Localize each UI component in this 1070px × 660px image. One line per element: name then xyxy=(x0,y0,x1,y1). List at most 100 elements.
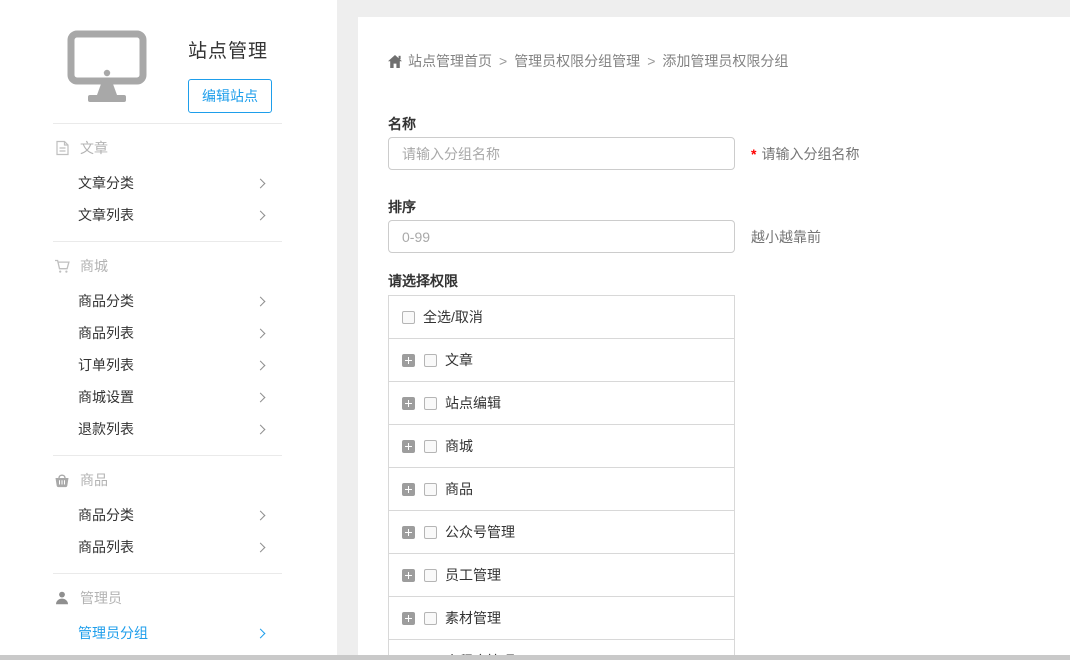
permission-label: 文章 xyxy=(445,350,473,370)
permission-checkbox[interactable] xyxy=(424,397,437,410)
permission-row: 文章 xyxy=(389,339,734,382)
chevron-right-icon xyxy=(256,542,266,552)
chevron-right-icon xyxy=(256,628,266,638)
breadcrumb: 站点管理首页 > 管理员权限分组管理 > 添加管理员权限分组 xyxy=(388,51,1070,71)
sidebar-item[interactable]: 管理员分组 xyxy=(53,617,282,649)
sidebar-section: 商品商品分类商品列表 xyxy=(53,455,282,563)
breadcrumb-link[interactable]: 管理员权限分组管理 xyxy=(514,53,640,69)
permission-row: 站点编辑 xyxy=(389,382,734,425)
sidebar-section-label: 文章 xyxy=(80,138,108,158)
sidebar-section: 管理员管理员分组 xyxy=(53,573,282,649)
chevron-right-icon xyxy=(256,510,266,520)
horizontal-scrollbar[interactable] xyxy=(0,655,1070,660)
sidebar-divider xyxy=(53,573,282,574)
expand-plus-icon[interactable] xyxy=(402,440,415,453)
chevron-right-icon xyxy=(256,328,266,338)
select-all-row: 全选/取消 xyxy=(389,296,734,339)
sort-field-hint: 越小越靠前 xyxy=(751,227,821,247)
article-icon xyxy=(53,140,71,156)
sidebar-divider xyxy=(53,123,282,124)
permission-checkbox[interactable] xyxy=(424,569,437,582)
sort-order-input[interactable] xyxy=(388,220,735,253)
permission-row: 商品 xyxy=(389,468,734,511)
permission-row: 公众号管理 xyxy=(389,511,734,554)
name-field-hint: * 请输入分组名称 xyxy=(751,144,859,164)
sidebar-item[interactable]: 商城设置 xyxy=(53,381,282,413)
sidebar-section-header: 管理员 xyxy=(53,588,282,608)
sidebar-section-header: 文章 xyxy=(53,138,282,158)
page: 站点管理 编辑站点 文章文章分类文章列表商城商品分类商品列表订单列表商城设置退款… xyxy=(0,0,1070,660)
permission-label: 公众号管理 xyxy=(445,522,515,542)
permission-row: 员工管理 xyxy=(389,554,734,597)
sidebar-item-label: 订单列表 xyxy=(78,355,134,375)
chevron-right-icon xyxy=(256,360,266,370)
chevron-right-icon xyxy=(256,392,266,402)
permission-row: 商城 xyxy=(389,425,734,468)
expand-plus-icon[interactable] xyxy=(402,569,415,582)
breadcrumb-separator: > xyxy=(647,53,655,69)
permission-checkbox[interactable] xyxy=(424,526,437,539)
main-panel: 站点管理首页>管理员权限分组管理>添加管理员权限分组 名称 * 请输入分组名称 … xyxy=(358,17,1070,660)
chevron-right-icon xyxy=(256,424,266,434)
permission-label: 员工管理 xyxy=(445,565,501,585)
breadcrumb-separator: > xyxy=(499,53,507,69)
sidebar-section-header: 商品 xyxy=(53,470,282,490)
site-title: 站点管理 xyxy=(188,30,272,63)
sidebar-item[interactable]: 退款列表 xyxy=(53,413,282,445)
monitor-icon xyxy=(67,30,147,109)
person-icon xyxy=(53,591,71,605)
expand-plus-icon[interactable] xyxy=(402,483,415,496)
sidebar-divider xyxy=(53,455,282,456)
sidebar-item-label: 商品列表 xyxy=(78,537,134,557)
permission-row: 素材管理 xyxy=(389,597,734,640)
expand-plus-icon[interactable] xyxy=(402,526,415,539)
permission-label: 素材管理 xyxy=(445,608,501,628)
sidebar-item-label: 文章列表 xyxy=(78,205,134,225)
sidebar-item[interactable]: 商品列表 xyxy=(53,317,282,349)
sidebar-item[interactable]: 商品分类 xyxy=(53,499,282,531)
permission-checkbox[interactable] xyxy=(424,440,437,453)
sidebar-divider xyxy=(53,241,282,242)
chevron-right-icon xyxy=(256,296,266,306)
group-name-input[interactable] xyxy=(388,137,735,170)
permission-label: 站点编辑 xyxy=(445,393,501,413)
chevron-right-icon xyxy=(256,178,266,188)
sidebar: 站点管理 编辑站点 文章文章分类文章列表商城商品分类商品列表订单列表商城设置退款… xyxy=(0,0,337,660)
breadcrumb-link: 添加管理员权限分组 xyxy=(662,53,788,69)
sidebar-item-label: 商城设置 xyxy=(78,387,134,407)
basket-icon xyxy=(53,473,71,488)
sidebar-section-header: 商城 xyxy=(53,256,282,276)
sidebar-item[interactable]: 商品分类 xyxy=(53,285,282,317)
permission-checkbox[interactable] xyxy=(424,354,437,367)
permission-label: 商城 xyxy=(445,436,473,456)
sidebar-item-label: 退款列表 xyxy=(78,419,134,439)
expand-plus-icon[interactable] xyxy=(402,397,415,410)
sidebar-item[interactable]: 文章列表 xyxy=(53,199,282,231)
sidebar-item-label: 商品列表 xyxy=(78,323,134,343)
permission-label: 全选/取消 xyxy=(423,307,483,327)
breadcrumb-link[interactable]: 站点管理首页 xyxy=(408,53,492,69)
permissions-label: 请选择权限 xyxy=(388,271,1070,291)
permissions-table: 全选/取消文章站点编辑商城商品公众号管理员工管理素材管理小程序管理 xyxy=(388,295,735,660)
sidebar-item[interactable]: 订单列表 xyxy=(53,349,282,381)
expand-plus-icon[interactable] xyxy=(402,354,415,367)
sidebar-item[interactable]: 文章分类 xyxy=(53,167,282,199)
sidebar-item-label: 文章分类 xyxy=(78,173,134,193)
edit-site-button[interactable]: 编辑站点 xyxy=(188,79,272,113)
sidebar-item-label: 商品分类 xyxy=(78,291,134,311)
name-field-label: 名称 xyxy=(388,114,1070,134)
sort-field-label: 排序 xyxy=(388,197,1070,217)
home-icon xyxy=(388,55,402,68)
site-header: 站点管理 编辑站点 xyxy=(53,0,282,113)
expand-plus-icon[interactable] xyxy=(402,612,415,625)
permission-checkbox[interactable] xyxy=(424,483,437,496)
sidebar-item-label: 管理员分组 xyxy=(78,623,148,643)
chevron-right-icon xyxy=(256,210,266,220)
sidebar-section-label: 商品 xyxy=(80,470,108,490)
sidebar-item[interactable]: 商品列表 xyxy=(53,531,282,563)
permission-checkbox[interactable] xyxy=(424,612,437,625)
cart-icon xyxy=(53,259,71,274)
select-all-checkbox[interactable] xyxy=(402,311,415,324)
permission-label: 商品 xyxy=(445,479,473,499)
sidebar-nav: 文章文章分类文章列表商城商品分类商品列表订单列表商城设置退款列表商品商品分类商品… xyxy=(53,123,282,649)
